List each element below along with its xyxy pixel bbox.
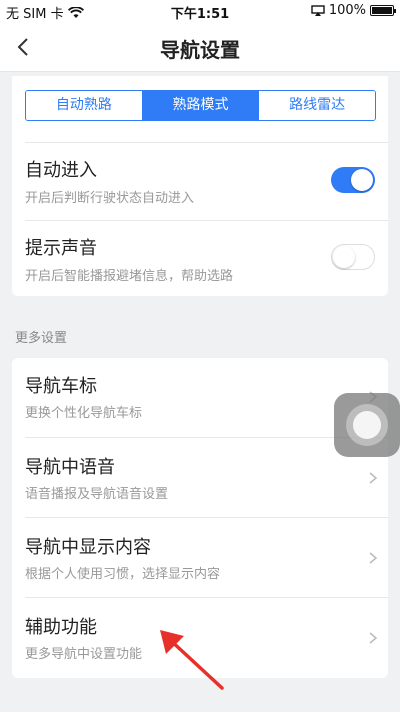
more-settings-label: 更多设置 bbox=[15, 331, 68, 346]
mode-settings-card: 自动熟路 熟路模式 路线雷达 自动进入 开启后判断行驶状态自动进入 提示声音 开… bbox=[12, 76, 388, 296]
prompt-sound-title: 提示声音 bbox=[25, 238, 97, 259]
nav-bar: 导航设置 bbox=[0, 22, 400, 72]
segment-route-radar[interactable]: 路线雷达 bbox=[259, 91, 375, 120]
airplay-icon bbox=[311, 4, 325, 16]
list-item-subtitle: 更换个性化导航车标 bbox=[25, 406, 143, 421]
prompt-sound-subtitle: 开启后智能播报避堵信息，帮助选路 bbox=[25, 269, 234, 284]
list-item-title: 导航中显示内容 bbox=[25, 537, 151, 558]
assistive-touch-dot bbox=[353, 411, 381, 439]
segment-auto-familiar[interactable]: 自动熟路 bbox=[26, 91, 143, 120]
auto-enter-subtitle: 开启后判断行驶状态自动进入 bbox=[25, 191, 195, 206]
battery-icon bbox=[370, 5, 396, 16]
chevron-left-icon bbox=[17, 38, 28, 56]
status-right: 100% bbox=[311, 3, 396, 18]
toggle-row-prompt-sound: 提示声音 开启后智能播报避堵信息，帮助选路 bbox=[12, 220, 388, 296]
list-item-subtitle: 语音播报及导航语音设置 bbox=[25, 487, 169, 502]
assistive-touch-button[interactable] bbox=[334, 393, 400, 457]
page-title: 导航设置 bbox=[160, 38, 240, 62]
list-item-subtitle: 根据个人使用习惯，选择显示内容 bbox=[25, 567, 221, 582]
status-bar: 无 SIM 卡 下午1:51 100% bbox=[0, 0, 400, 22]
list-item-title: 辅助功能 bbox=[25, 617, 97, 638]
auto-enter-toggle[interactable] bbox=[331, 167, 375, 193]
prompt-sound-toggle[interactable] bbox=[331, 244, 375, 270]
chevron-right-icon bbox=[369, 472, 378, 484]
annotation-arrow-icon bbox=[160, 630, 224, 690]
list-item-nav-car-icon[interactable]: 导航车标 更换个性化导航车标 bbox=[12, 358, 388, 437]
list-item-title: 导航中语音 bbox=[25, 457, 115, 478]
chevron-right-icon bbox=[369, 552, 378, 564]
mode-segmented-control: 自动熟路 熟路模式 路线雷达 bbox=[25, 90, 376, 121]
chevron-right-icon bbox=[369, 632, 378, 644]
list-item-nav-voice[interactable]: 导航中语音 语音播报及导航语音设置 bbox=[12, 437, 388, 517]
battery-percent: 100% bbox=[328, 3, 366, 18]
back-button[interactable] bbox=[10, 32, 40, 62]
list-item-nav-display[interactable]: 导航中显示内容 根据个人使用习惯，选择显示内容 bbox=[12, 517, 388, 597]
toggle-row-auto-enter: 自动进入 开启后判断行驶状态自动进入 bbox=[12, 142, 388, 220]
list-item-title: 导航车标 bbox=[25, 376, 97, 397]
auto-enter-title: 自动进入 bbox=[25, 160, 97, 181]
list-item-subtitle: 更多导航中设置功能 bbox=[25, 647, 143, 662]
segment-familiar-mode[interactable]: 熟路模式 bbox=[142, 91, 260, 120]
